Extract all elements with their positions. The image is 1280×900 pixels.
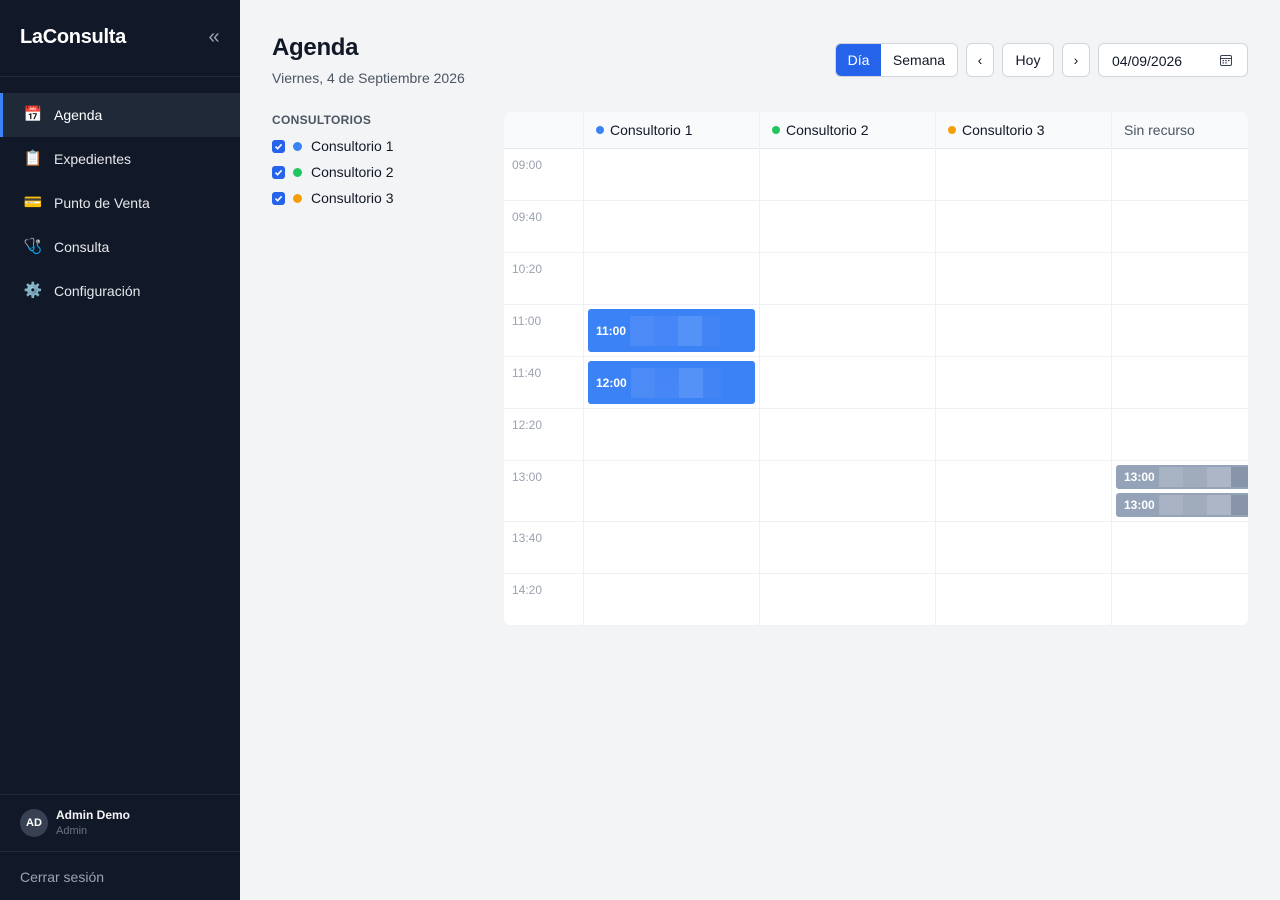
checkbox[interactable]: [272, 139, 285, 153]
calendar-icon[interactable]: [1220, 54, 1232, 66]
color-dot: [293, 193, 302, 203]
row-divider: [504, 625, 1248, 626]
filter-consultorio-2[interactable]: Consultorio 2: [272, 163, 394, 181]
color-dot: [293, 167, 302, 177]
week-view-button[interactable]: Semana: [881, 44, 957, 76]
day-view-button[interactable]: Día: [836, 44, 881, 76]
appointment-time: 13:00: [1124, 498, 1155, 512]
sidebar: LaConsulta « 📅 Agenda 📋 Expedientes 💳 Pu…: [0, 0, 240, 900]
appointment-time: 11:00: [596, 323, 627, 338]
column-header-label: Consultorio 3: [962, 122, 1045, 138]
color-dot: [596, 126, 604, 134]
date-input[interactable]: 04/09/2026: [1098, 43, 1248, 77]
filter-consultorio-1[interactable]: Consultorio 1: [272, 137, 394, 155]
column-header-sin-recurso: Sin recurso: [1112, 112, 1248, 149]
row-divider: [504, 460, 1248, 461]
appointment-event[interactable]: 12:00: [588, 361, 755, 404]
appointment-time: 13:00: [1124, 470, 1155, 484]
row-divider: [504, 408, 1248, 409]
time-label: 13:40: [512, 531, 543, 545]
filter-label: Consultorio 3: [311, 190, 394, 206]
user-role: Admin: [56, 825, 88, 837]
column-divider: [759, 112, 760, 626]
sidebar-item-label: Configuración: [54, 283, 141, 299]
time-label: 11:00: [512, 314, 542, 328]
time-label: 09:00: [512, 158, 543, 172]
gear-icon: ⚙️: [23, 282, 43, 299]
sidebar-item-label: Punto de Venta: [54, 195, 150, 211]
sidebar-item-punto-de-venta[interactable]: 💳 Punto de Venta: [0, 181, 240, 225]
filter-label: Consultorio 2: [311, 164, 394, 180]
appointment-event[interactable]: 13:00: [1116, 465, 1248, 489]
sidebar-item-label: Agenda: [54, 107, 103, 123]
calendar-grid: Consultorio 1 Consultorio 2 Consultorio …: [504, 112, 1248, 626]
filters-title: CONSULTORIOS: [272, 113, 372, 127]
redacted-patient-name: [1158, 495, 1248, 515]
time-label: 11:40: [512, 366, 542, 380]
appointment-time: 12:00: [596, 375, 627, 390]
sidebar-item-label: Expedientes: [54, 151, 132, 167]
logout-link[interactable]: Cerrar sesión: [20, 869, 104, 885]
column-header-consultorio-1: Consultorio 1: [584, 112, 760, 149]
brand-row: LaConsulta «: [0, 0, 240, 77]
time-label: 10:20: [512, 262, 543, 276]
color-dot: [772, 126, 780, 134]
stethoscope-icon: 🩺: [23, 238, 43, 255]
column-header-consultorio-2: Consultorio 2: [760, 112, 936, 149]
sidebar-item-expedientes[interactable]: 📋 Expedientes: [0, 137, 240, 181]
column-header-label: Consultorio 1: [610, 122, 693, 138]
column-header-label: Sin recurso: [1124, 122, 1195, 138]
clipboard-icon: 📋: [23, 150, 43, 167]
row-divider: [504, 356, 1248, 357]
app-logo[interactable]: LaConsulta: [20, 26, 126, 49]
redacted-patient-name: [630, 367, 721, 398]
page-date: Viernes, 4 de Septiembre 2026: [272, 70, 465, 86]
avatar: AD: [20, 809, 48, 837]
redacted-patient-name: [1158, 467, 1248, 487]
sidebar-item-consulta[interactable]: 🩺 Consulta: [0, 225, 240, 269]
time-label: 12:20: [512, 418, 543, 432]
row-divider: [504, 304, 1248, 305]
column-divider: [583, 112, 584, 626]
calendar-icon: 📅: [23, 106, 43, 123]
sidebar-item-label: Consulta: [54, 239, 110, 255]
time-label: 14:20: [512, 583, 543, 597]
time-label: 13:00: [512, 470, 543, 484]
column-divider: [935, 112, 936, 626]
sidebar-nav: 📅 Agenda 📋 Expedientes 💳 Punto de Venta …: [0, 93, 240, 313]
sidebar-item-configuracion[interactable]: ⚙️ Configuración: [0, 269, 240, 313]
checkbox[interactable]: [272, 165, 285, 179]
row-divider: [504, 521, 1248, 522]
redacted-patient-name: [630, 315, 721, 346]
user-profile: AD Admin Demo Admin: [0, 794, 240, 852]
user-name: Admin Demo: [56, 808, 131, 822]
time-label: 09:40: [512, 210, 543, 224]
color-dot: [948, 126, 956, 134]
column-divider: [1111, 112, 1112, 626]
sidebar-item-agenda[interactable]: 📅 Agenda: [0, 93, 240, 137]
prev-day-button[interactable]: ‹: [966, 43, 994, 77]
checkbox[interactable]: [272, 191, 285, 205]
page-title: Agenda: [272, 34, 359, 61]
filter-label: Consultorio 1: [311, 138, 394, 154]
filter-consultorio-3[interactable]: Consultorio 3: [272, 189, 394, 207]
color-dot: [293, 141, 302, 151]
appointment-event[interactable]: 13:00: [1116, 493, 1248, 517]
date-input-value: 04/09/2026: [1112, 53, 1183, 69]
credit-card-icon: 💳: [23, 194, 43, 211]
collapse-sidebar-icon[interactable]: «: [203, 26, 225, 48]
view-toggle: Día Semana: [835, 43, 958, 77]
column-header-consultorio-3: Consultorio 3: [936, 112, 1112, 149]
next-day-button[interactable]: ›: [1062, 43, 1090, 77]
column-header-label: Consultorio 2: [786, 122, 869, 138]
row-divider: [504, 252, 1248, 253]
appointment-event[interactable]: 11:00: [588, 309, 755, 352]
row-divider: [504, 573, 1248, 574]
row-divider: [504, 200, 1248, 201]
today-button[interactable]: Hoy: [1002, 43, 1054, 77]
time-column-header: [504, 112, 584, 149]
